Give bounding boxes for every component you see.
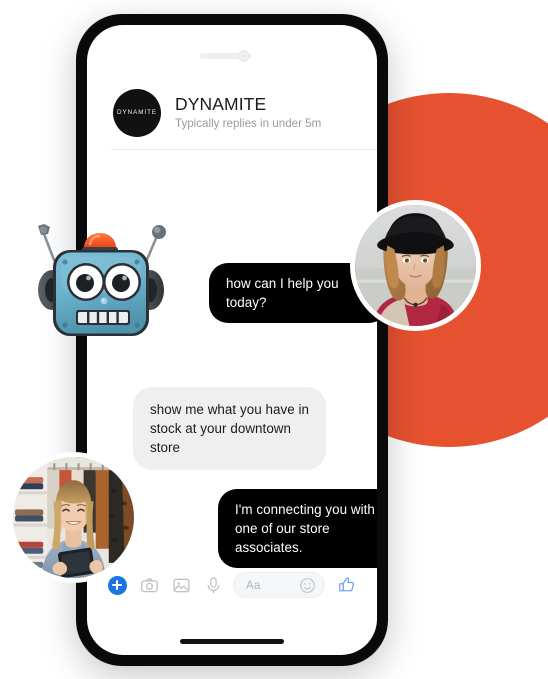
header-divider	[111, 149, 377, 150]
brand-avatar[interactable]: DYNAMITE	[113, 88, 161, 137]
gallery-button[interactable]	[165, 570, 197, 600]
photo-store-associate-with-tablet	[8, 452, 139, 583]
voice-record-button[interactable]	[197, 570, 229, 600]
chat-header[interactable]: DYNAMITE DYNAMITE Typically replies in u…	[87, 77, 377, 148]
message-composer-bar: Aa	[87, 561, 377, 609]
plus-circle-icon	[107, 575, 127, 595]
home-indicator-bar	[180, 639, 284, 644]
message-input-wrapper[interactable]: Aa	[233, 572, 325, 598]
page-title: DYNAMITE	[175, 94, 267, 115]
camera-icon	[140, 577, 158, 592]
message-input-placeholder: Aa	[246, 578, 261, 592]
camera-button[interactable]	[133, 570, 165, 600]
chat-bubble-bot: I'm connecting you with one of our store…	[218, 489, 377, 568]
thumbs-up-icon	[339, 577, 355, 592]
photo-woman-with-hat	[350, 200, 481, 331]
chat-bubble-user: show me what you have in stock at your d…	[133, 387, 326, 470]
robot-mascot-icon	[38, 224, 166, 336]
smiley-face-icon[interactable]	[299, 577, 316, 594]
reply-time-status: Typically replies in under 5m	[175, 116, 322, 130]
robot-mascot-illustration	[28, 222, 174, 344]
front-camera-dot-icon	[238, 50, 250, 62]
brand-avatar-label: DYNAMITE	[117, 109, 157, 116]
hero-illustration: DYNAMITE DYNAMITE Typically replies in u…	[0, 0, 548, 679]
avatar-photo-customer	[355, 205, 476, 326]
microphone-icon	[207, 576, 219, 593]
avatar-photo-associate	[13, 457, 134, 578]
photo-gallery-icon	[172, 578, 190, 592]
chat-header-text: DYNAMITE Typically replies in under 5m	[175, 94, 321, 130]
add-attachment-button[interactable]	[101, 570, 133, 600]
like-button[interactable]	[331, 570, 363, 600]
